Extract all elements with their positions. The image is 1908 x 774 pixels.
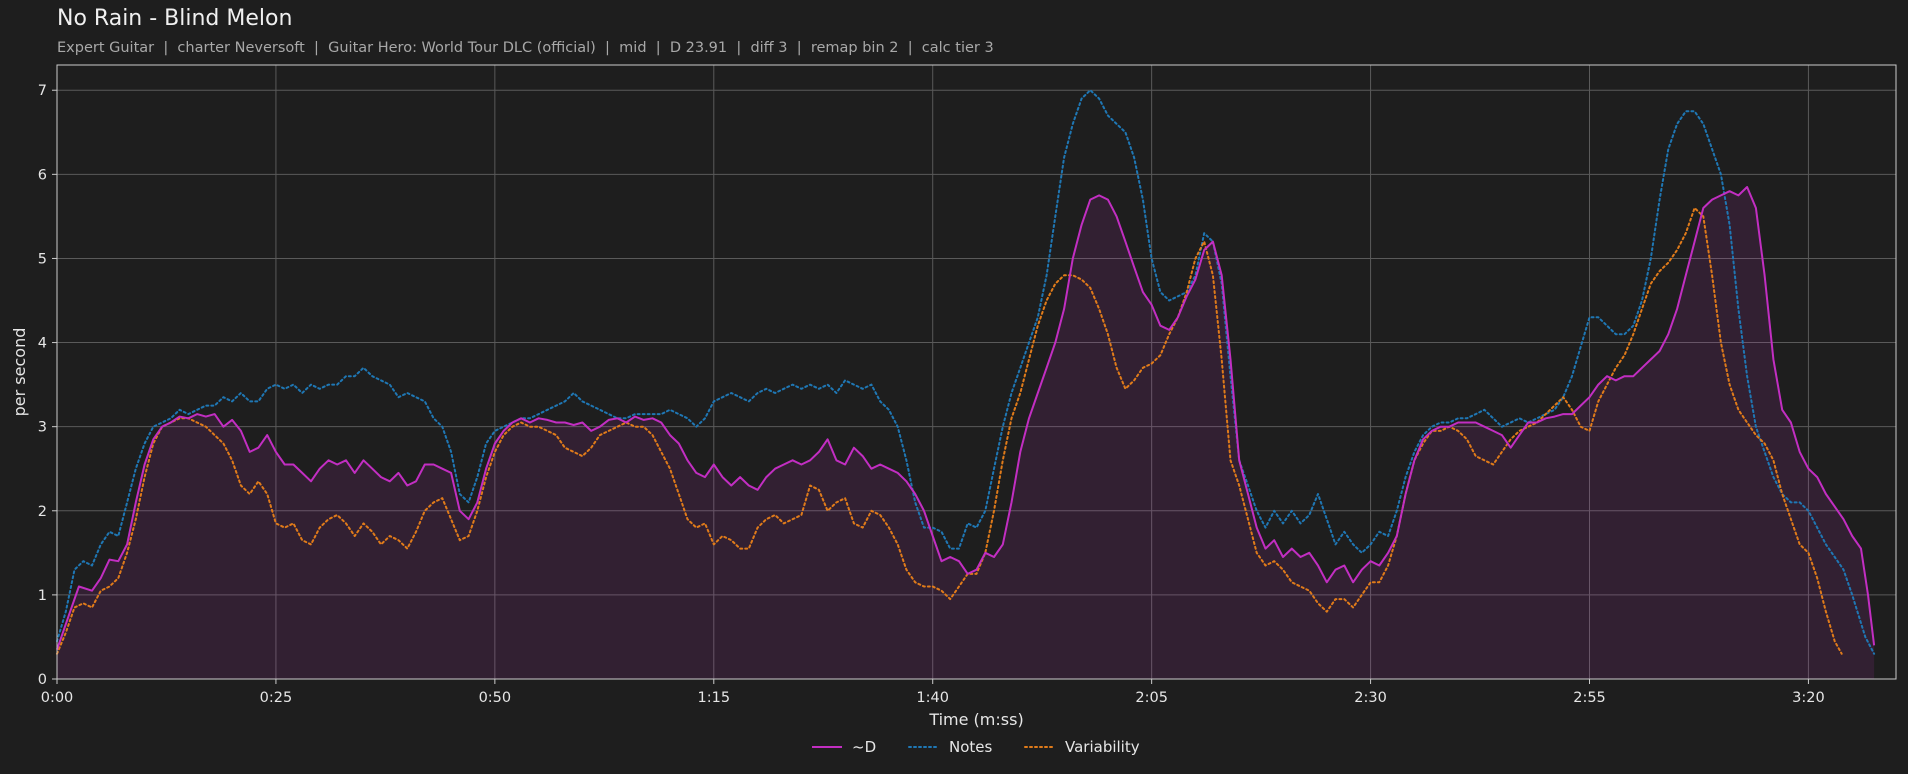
x-tick-label: 2:55 bbox=[1573, 690, 1606, 706]
y-tick-label: 4 bbox=[38, 336, 47, 352]
x-axis-label: Time (m:ss) bbox=[928, 710, 1023, 729]
legend: ~D Notes Variability bbox=[812, 738, 1140, 756]
y-tick-label: 5 bbox=[38, 251, 47, 267]
x-tick-label: 2:05 bbox=[1135, 690, 1168, 706]
y-tick-label: 6 bbox=[38, 167, 47, 183]
series-fill-d bbox=[57, 187, 1875, 679]
y-axis-ticks: 0 1 2 3 4 5 6 7 bbox=[38, 83, 57, 688]
y-tick-label: 7 bbox=[38, 83, 47, 99]
legend-label: ~D bbox=[852, 738, 876, 756]
area-fill bbox=[57, 187, 1875, 679]
x-axis-ticks: 0:00 0:25 0:50 1:15 1:40 2:05 2:30 2:55 3:20 bbox=[41, 679, 1825, 706]
y-tick-label: 3 bbox=[38, 420, 47, 436]
x-tick-label: 1:40 bbox=[916, 690, 949, 706]
y-axis-label: per second bbox=[10, 328, 29, 417]
x-tick-label: 0:25 bbox=[260, 690, 293, 706]
x-tick-label: 1:15 bbox=[698, 690, 731, 706]
x-tick-label: 2:30 bbox=[1354, 690, 1387, 706]
y-tick-label: 2 bbox=[38, 504, 47, 520]
legend-label: Variability bbox=[1065, 738, 1140, 756]
line-chart: 0:00 0:25 0:50 1:15 1:40 2:05 2:30 2:55 3:20 0 1 2… bbox=[10, 64, 1897, 756]
y-tick-label: 0 bbox=[38, 672, 47, 688]
x-tick-label: 3:20 bbox=[1792, 690, 1825, 706]
x-tick-label: 0:50 bbox=[479, 690, 512, 706]
legend-label: Notes bbox=[949, 738, 993, 756]
y-tick-label: 1 bbox=[38, 588, 47, 604]
x-tick-label: 0:00 bbox=[41, 690, 74, 706]
